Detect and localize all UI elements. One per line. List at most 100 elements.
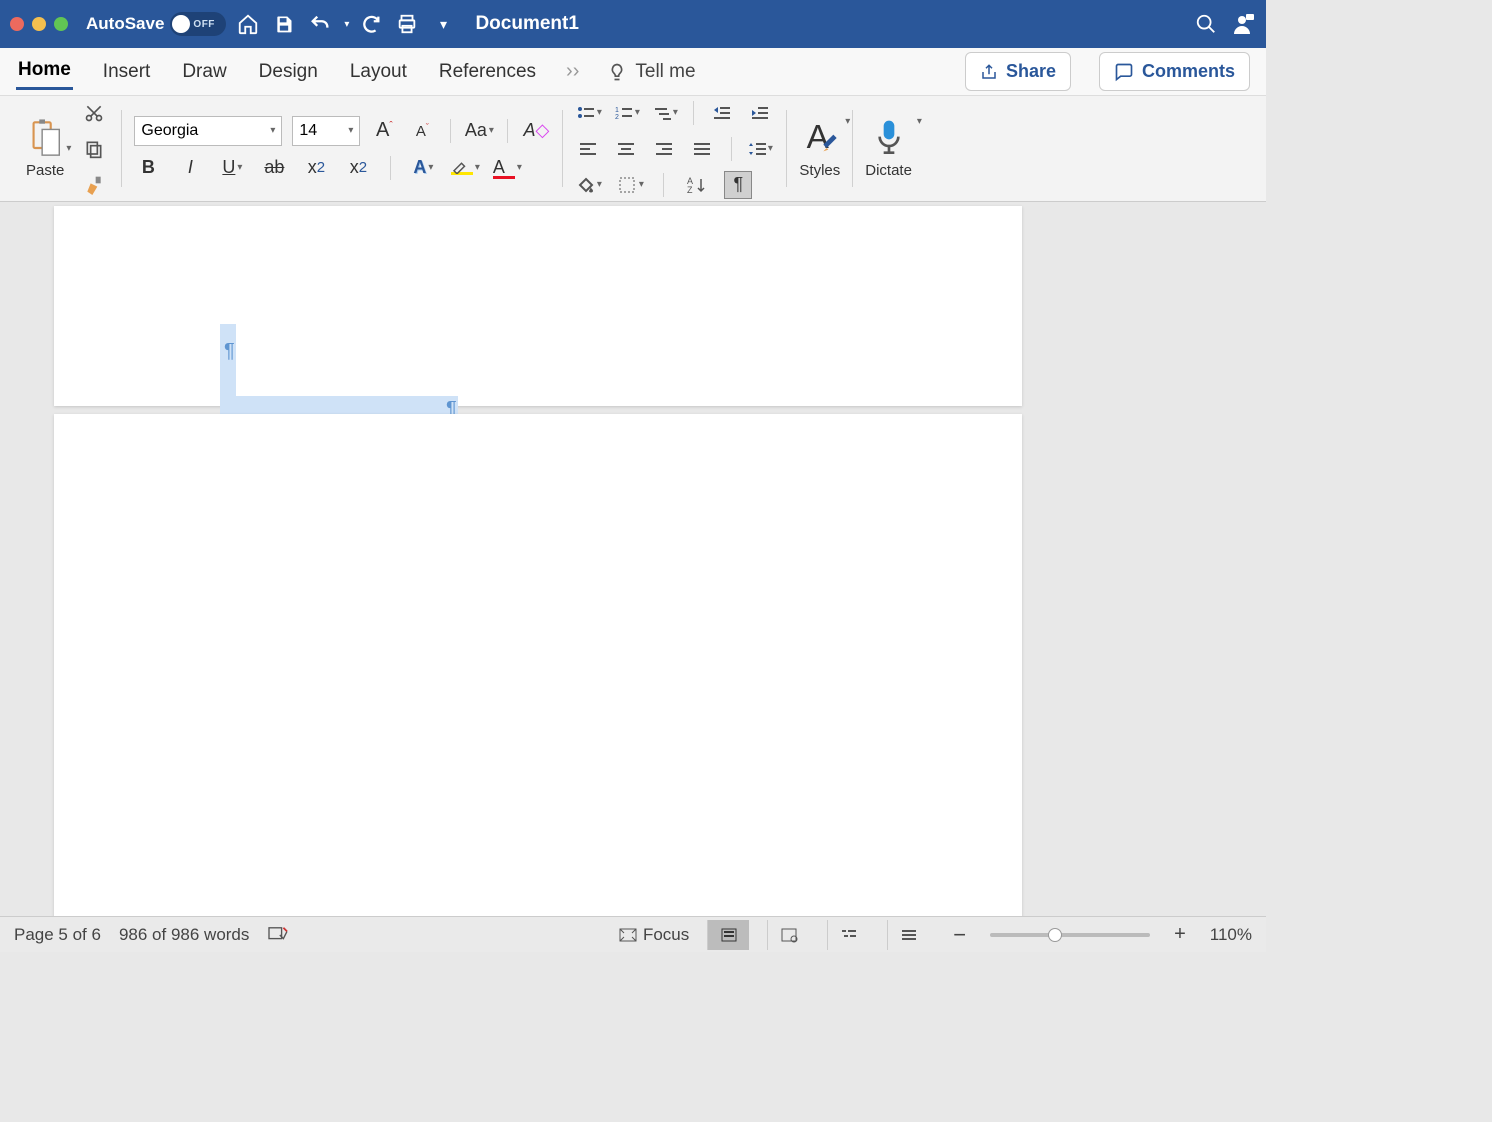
page-bottom[interactable] <box>54 414 1022 916</box>
decrease-indent-button[interactable] <box>708 99 736 127</box>
comments-button[interactable]: Comments <box>1099 52 1250 91</box>
font-color-button[interactable]: A ▾ <box>493 154 521 182</box>
font-name-combo[interactable]: Georgia▾ <box>134 116 282 146</box>
qat-customize-icon[interactable]: ▾ <box>429 10 457 38</box>
focus-mode-button[interactable]: Focus <box>619 925 689 945</box>
font-size-value: 14 <box>299 122 317 140</box>
justify-button[interactable] <box>689 135 717 163</box>
zoom-in-button[interactable]: + <box>1168 923 1192 946</box>
close-window-button[interactable] <box>10 17 24 31</box>
print-layout-view-button[interactable] <box>707 920 749 950</box>
save-icon[interactable] <box>270 10 298 38</box>
zoom-thumb[interactable] <box>1048 928 1062 942</box>
svg-text:Z: Z <box>687 185 693 194</box>
line-spacing-icon <box>748 141 766 157</box>
dictate-dropdown[interactable]: ▾ <box>917 116 922 127</box>
shading-button[interactable]: ▾ <box>575 171 603 199</box>
undo-dropdown[interactable]: ▾ <box>344 19 349 30</box>
align-left-button[interactable] <box>575 135 603 163</box>
page-top[interactable]: ¶ ¶ <box>54 206 1022 406</box>
text-effects-button[interactable]: A ▾ <box>409 154 437 182</box>
dictate-button[interactable]: Dictate <box>865 118 912 179</box>
paste-dropdown[interactable]: ▾ <box>66 143 71 154</box>
bullets-button[interactable]: ▾ <box>575 99 603 127</box>
paste-button[interactable]: Paste <box>26 118 64 179</box>
sort-button[interactable]: AZ <box>682 171 710 199</box>
autosave-label: AutoSave <box>86 14 164 34</box>
tabs-overflow-icon[interactable]: ›› <box>566 60 579 83</box>
account-icon[interactable] <box>1228 10 1256 38</box>
borders-button[interactable]: ▾ <box>617 171 645 199</box>
document-canvas[interactable]: ¶ ¶ <box>0 202 1266 916</box>
styles-icon: A <box>800 118 840 158</box>
indent-icon <box>751 106 769 120</box>
increase-indent-button[interactable] <box>746 99 774 127</box>
tab-layout[interactable]: Layout <box>348 55 409 89</box>
maximize-window-button[interactable] <box>54 17 68 31</box>
spellcheck-icon[interactable] <box>267 926 289 944</box>
change-case-button[interactable]: Aa ▾ <box>465 117 493 145</box>
share-button[interactable]: Share <box>965 52 1071 91</box>
bold-button[interactable]: B <box>134 154 162 182</box>
superscript-button[interactable]: x2 <box>344 154 372 182</box>
group-dictate: Dictate ▾ <box>853 102 924 195</box>
print-icon[interactable] <box>393 10 421 38</box>
undo-icon[interactable] <box>306 10 334 38</box>
tab-draw[interactable]: Draw <box>180 55 228 89</box>
clear-formatting-button[interactable]: A◇ <box>522 117 550 145</box>
word-count[interactable]: 986 of 986 words <box>119 925 249 945</box>
align-center-button[interactable] <box>613 135 641 163</box>
cut-button[interactable] <box>79 98 109 128</box>
format-painter-button[interactable] <box>79 170 109 200</box>
window-controls <box>10 17 68 31</box>
tab-insert[interactable]: Insert <box>101 55 153 89</box>
multilevel-icon <box>653 106 671 120</box>
web-layout-view-button[interactable] <box>767 920 809 950</box>
align-right-button[interactable] <box>651 135 679 163</box>
show-paragraph-marks-button[interactable]: ¶ <box>724 171 752 199</box>
focus-label: Focus <box>643 925 689 945</box>
svg-text:1: 1 <box>615 107 619 114</box>
styles-dropdown[interactable]: ▾ <box>845 116 850 127</box>
autosave-toggle[interactable]: OFF <box>170 12 226 36</box>
outline-view-button[interactable] <box>827 920 869 950</box>
italic-button[interactable]: I <box>176 154 204 182</box>
svg-text:A: A <box>806 119 829 156</box>
subscript-button[interactable]: x2 <box>302 154 330 182</box>
strikethrough-button[interactable]: ab <box>260 154 288 182</box>
tab-home[interactable]: Home <box>16 53 73 90</box>
line-spacing-button[interactable]: ▾ <box>746 135 774 163</box>
zoom-slider[interactable] <box>990 933 1150 937</box>
tell-me-search[interactable]: Tell me <box>607 61 695 83</box>
autosave-control[interactable]: AutoSave OFF <box>86 12 226 36</box>
scissors-icon <box>84 103 104 123</box>
page-indicator[interactable]: Page 5 of 6 <box>14 925 101 945</box>
draft-view-button[interactable] <box>887 920 929 950</box>
underline-button[interactable]: U ▾ <box>218 154 246 182</box>
group-styles: A Styles ▾ <box>787 102 852 195</box>
copy-icon <box>84 139 104 159</box>
search-icon[interactable] <box>1192 10 1220 38</box>
tab-references[interactable]: References <box>437 55 538 89</box>
copy-button[interactable] <box>79 134 109 164</box>
highlight-button[interactable]: ▾ <box>451 154 479 182</box>
group-clipboard: Paste ▾ <box>14 102 121 195</box>
decrease-font-button[interactable]: Aˇ <box>408 117 436 145</box>
redo-icon[interactable] <box>357 10 385 38</box>
increase-font-button[interactable]: Aˆ <box>370 117 398 145</box>
share-icon <box>980 63 998 81</box>
align-right-icon <box>656 142 674 156</box>
font-size-combo[interactable]: 14▾ <box>292 116 360 146</box>
home-icon[interactable] <box>234 10 262 38</box>
minimize-window-button[interactable] <box>32 17 46 31</box>
ribbon-tabs: Home Insert Draw Design Layout Reference… <box>0 48 1266 96</box>
ribbon-home: Paste ▾ Georgia▾ 14▾ Aˆ Aˇ Aa ▾ A◇ B I <box>0 96 1266 202</box>
bullets-icon <box>577 106 595 120</box>
styles-button[interactable]: A Styles <box>799 118 840 179</box>
font-name-value: Georgia <box>141 122 198 140</box>
tab-design[interactable]: Design <box>257 55 320 89</box>
zoom-out-button[interactable]: − <box>947 922 972 948</box>
zoom-level[interactable]: 110% <box>1210 925 1252 945</box>
multilevel-list-button[interactable]: ▾ <box>651 99 679 127</box>
numbering-button[interactable]: 12▾ <box>613 99 641 127</box>
